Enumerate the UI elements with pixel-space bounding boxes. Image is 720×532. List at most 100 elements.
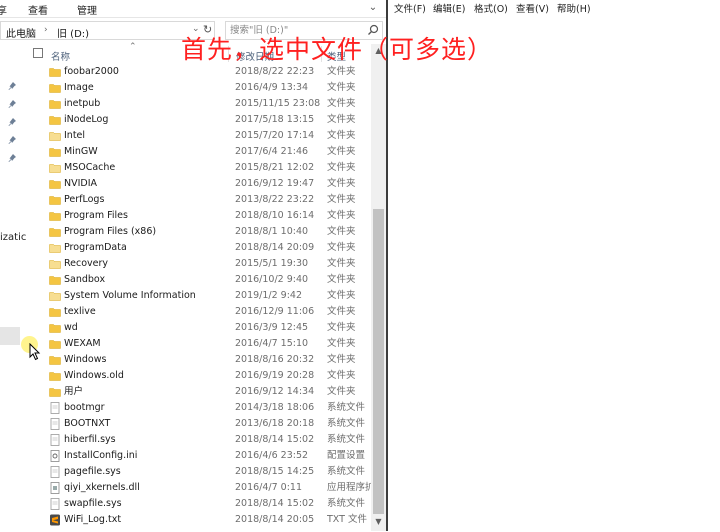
file-row[interactable]: bootmgr 2014/3/18 18:06 系统文件 [25,400,370,416]
file-name[interactable]: Windows [64,352,106,368]
file-row[interactable]: qiyi_xkernels.dll 2016/4/7 0:11 应用程序扩 [25,480,373,496]
folder-icon [49,386,61,398]
system-file-icon [49,466,61,478]
file-row[interactable]: Program Files 2018/8/10 16:14 文件夹 [25,208,370,224]
file-row[interactable]: 用户 2016/9/12 14:34 文件夹 [25,384,370,400]
file-name[interactable]: iNodeLog [64,112,108,128]
file-type: 文件夹 [327,370,356,381]
folder-icon [49,370,61,382]
dll-file-icon [49,482,61,494]
file-name[interactable]: Intel [64,128,85,144]
file-name[interactable]: Recovery [64,256,108,272]
file-date: 2015/5/1 19:30 [235,258,309,269]
file-row[interactable]: MSOCache 2015/8/21 12:02 文件夹 [25,160,370,176]
breadcrumb-separator[interactable]: › [44,25,48,35]
file-row[interactable]: Intel 2015/7/20 17:14 文件夹 [25,128,370,144]
folder-icon [49,98,61,110]
file-row[interactable]: wd 2016/3/9 12:45 文件夹 [25,320,370,336]
ribbon-tab-manage[interactable]: 管理 [77,2,97,17]
file-name[interactable]: MSOCache [64,160,115,176]
pin-icon[interactable] [8,153,18,163]
file-name[interactable]: Program Files (x86) [64,224,156,240]
breadcrumb-this-pc[interactable]: 此电脑 [6,25,36,40]
file-name[interactable]: hiberfil.sys [64,432,116,448]
pin-icon[interactable] [8,99,18,109]
file-name[interactable]: System Volume Information [64,288,196,304]
file-name[interactable]: PerfLogs [64,192,104,208]
file-row[interactable]: WEXAM 2016/4/7 15:10 文件夹 [25,336,370,352]
folder-icon [49,226,61,238]
file-row[interactable]: NVIDIA 2016/9/12 19:47 文件夹 [25,176,370,192]
file-row[interactable]: Sandbox 2016/10/2 9:40 文件夹 [25,272,370,288]
menu-file[interactable]: 文件(F) [394,1,426,15]
file-name[interactable]: qiyi_xkernels.dll [64,480,140,496]
pin-icon[interactable] [8,81,18,91]
file-name[interactable]: swapfile.sys [64,496,122,512]
file-row[interactable]: Program Files (x86) 2018/8/1 10:40 文件夹 [25,224,370,240]
pin-icon[interactable] [8,135,18,145]
file-row[interactable]: foobar2000 2018/8/22 22:23 文件夹 [25,64,370,80]
file-row[interactable]: Image 2016/4/9 13:34 文件夹 [25,80,370,96]
file-row[interactable]: Windows 2018/8/16 20:32 文件夹 [25,352,370,368]
file-row[interactable]: texlive 2016/12/9 11:06 文件夹 [25,304,370,320]
scrollbar-thumb[interactable] [373,209,384,514]
menu-help[interactable]: 帮助(H) [557,1,591,15]
file-type: 文件夹 [327,354,356,365]
file-row[interactable]: ProgramData 2018/8/14 20:09 文件夹 [25,240,370,256]
file-row[interactable]: Windows.old 2016/9/19 20:28 文件夹 [25,368,370,384]
file-name[interactable]: pagefile.sys [64,464,121,480]
file-row[interactable]: inetpub 2015/11/15 23:08 文件夹 [25,96,370,112]
folder-icon [49,82,61,94]
file-date: 2018/8/14 20:09 [235,242,315,253]
file-row[interactable]: hiberfil.sys 2018/8/14 15:02 系统文件 [25,432,370,448]
file-name[interactable]: Program Files [64,208,128,224]
chevron-down-icon[interactable]: ⌄ [366,1,380,15]
file-name[interactable]: wd [64,320,78,336]
file-row[interactable]: System Volume Information 2019/1/2 9:42 文件… [25,288,370,304]
folder-icon [49,242,61,254]
file-row[interactable]: InstallConfig.ini 2016/4/6 23:52 配置设置 [25,448,370,464]
file-name[interactable]: Windows.old [64,368,124,384]
file-row[interactable]: BOOTNXT 2013/6/18 20:18 系统文件 [25,416,370,432]
folder-icon [49,274,61,286]
file-type: TXT 文件 [327,514,367,525]
file-name[interactable]: 用户 [64,384,83,400]
file-row[interactable]: pagefile.sys 2018/8/15 14:25 系统文件 [25,464,370,480]
pin-icon[interactable] [8,117,18,127]
file-name[interactable]: Image [64,80,94,96]
file-name[interactable]: BOOTNXT [64,416,110,432]
file-row[interactable]: WiFi_Log.txt 2018/8/14 20:05 TXT 文件 [25,512,370,528]
menu-format[interactable]: 格式(O) [474,1,508,15]
system-file-icon [49,498,61,510]
file-row[interactable]: swapfile.sys 2018/8/14 15:02 系统文件 [25,496,370,512]
scroll-down-arrow-icon[interactable]: ▼ [371,515,386,529]
file-name[interactable]: inetpub [64,96,100,112]
vertical-scrollbar[interactable]: ▲ ▼ [371,44,386,531]
ribbon-tab-view[interactable]: 查看 [28,2,48,17]
file-date: 2015/8/21 12:02 [235,162,315,173]
file-name[interactable]: WEXAM [64,336,101,352]
column-header-name[interactable]: 名称 [51,49,70,63]
file-name[interactable]: foobar2000 [64,64,119,80]
file-row[interactable]: Recovery 2015/5/1 19:30 文件夹 [25,256,370,272]
file-name[interactable]: texlive [64,304,96,320]
file-name[interactable]: WiFi_Log.txt [64,512,121,528]
file-name[interactable]: Sandbox [64,272,105,288]
menu-view[interactable]: 查看(V) [516,1,549,15]
file-name[interactable]: NVIDIA [64,176,97,192]
file-date: 2018/8/10 16:14 [235,210,315,221]
ribbon-tab-share[interactable]: 享 [0,2,7,17]
file-row[interactable]: PerfLogs 2013/8/22 23:22 文件夹 [25,192,370,208]
file-name[interactable]: bootmgr [64,400,105,416]
select-all-checkbox[interactable] [33,48,43,58]
breadcrumb-current-drive[interactable]: 旧 (D:) [57,25,89,40]
file-row[interactable]: MinGW 2017/6/4 21:46 文件夹 [25,144,370,160]
file-row[interactable]: iNodeLog 2017/5/18 13:15 文件夹 [25,112,370,128]
file-name[interactable]: ProgramData [64,240,127,256]
file-name[interactable]: InstallConfig.ini [64,448,137,464]
file-name[interactable]: MinGW [64,144,98,160]
notepad-menu-bar: 文件(F) 编辑(E) 格式(O) 查看(V) 帮助(H) [388,0,720,15]
menu-edit[interactable]: 编辑(E) [433,1,465,15]
nav-item-selected[interactable] [0,327,20,345]
nav-item-partial[interactable]: izatic [0,232,26,243]
